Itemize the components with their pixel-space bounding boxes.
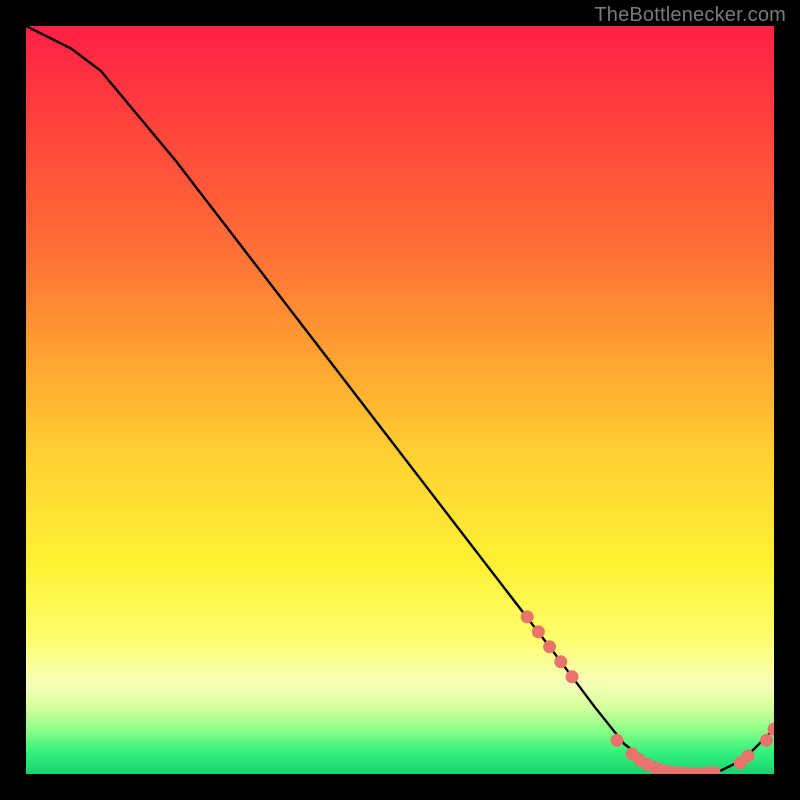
marker-dot xyxy=(566,670,579,683)
plot-area xyxy=(26,26,774,774)
marker-dot xyxy=(532,625,545,638)
marker-dot xyxy=(521,610,534,623)
marker-dot xyxy=(708,766,721,774)
chart-svg xyxy=(26,26,774,774)
bottleneck-curve xyxy=(26,26,774,774)
marker-dot xyxy=(543,640,556,653)
chart-frame: TheBottlenecker.com xyxy=(0,0,800,800)
watermark-text: TheBottlenecker.com xyxy=(594,4,786,27)
marker-dot xyxy=(741,750,754,763)
marker-group xyxy=(521,610,774,774)
marker-dot xyxy=(610,734,623,747)
marker-dot xyxy=(554,655,567,668)
marker-dot xyxy=(760,734,773,747)
